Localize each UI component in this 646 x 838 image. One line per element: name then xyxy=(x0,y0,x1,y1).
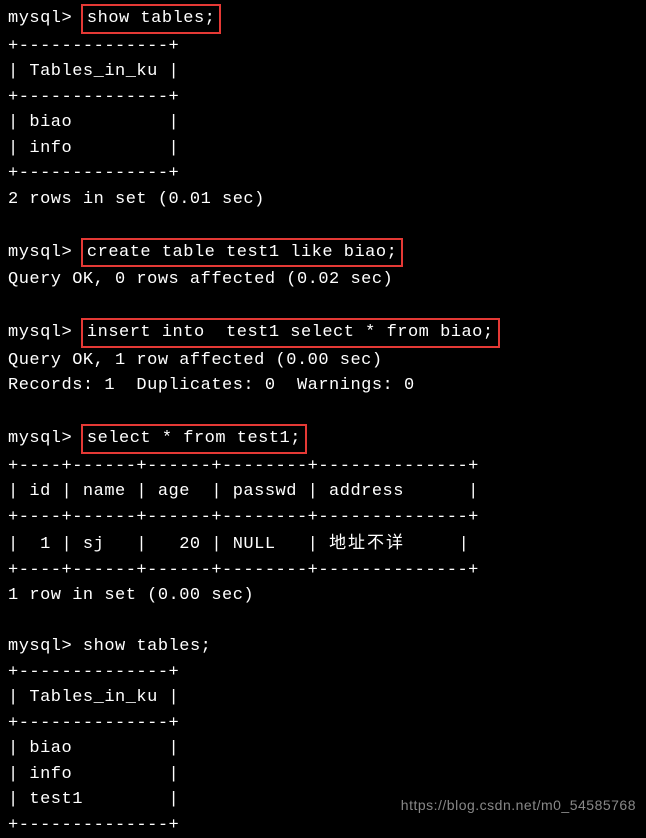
table-border: +--------------+ xyxy=(8,660,638,686)
table-border: +--------------+ xyxy=(8,85,638,111)
terminal-line[interactable]: mysql> show tables; xyxy=(8,634,638,660)
highlighted-command: select * from test1; xyxy=(81,424,307,454)
result-footer: 1 row in set (0.00 sec) xyxy=(8,583,638,609)
terminal-line[interactable]: mysql> select * from test1; xyxy=(8,424,638,454)
highlighted-command: show tables; xyxy=(81,4,221,34)
table-row: | info | xyxy=(8,762,638,788)
highlighted-command: insert into test1 select * from biao; xyxy=(81,318,500,348)
table-border: +--------------+ xyxy=(8,34,638,60)
table-header: | id | name | age | passwd | address | xyxy=(8,479,638,505)
blank-line xyxy=(8,293,638,319)
query-result: Query OK, 0 rows affected (0.02 sec) xyxy=(8,267,638,293)
blank-line xyxy=(8,609,638,635)
command-text: show tables; xyxy=(83,637,211,656)
blank-line xyxy=(8,212,638,238)
terminal-line[interactable]: mysql> create table test1 like biao; xyxy=(8,238,638,268)
terminal-line[interactable]: mysql> show tables; xyxy=(8,4,638,34)
table-row: | biao | xyxy=(8,110,638,136)
mysql-prompt: mysql> xyxy=(8,9,83,28)
highlighted-command: create table test1 like biao; xyxy=(81,238,403,268)
mysql-prompt: mysql> xyxy=(8,429,83,448)
query-result: Query OK, 1 row affected (0.00 sec) xyxy=(8,348,638,374)
table-border: +--------------+ xyxy=(8,711,638,737)
result-footer: 2 rows in set (0.01 sec) xyxy=(8,187,638,213)
table-row: | info | xyxy=(8,136,638,162)
table-border: +----+------+------+--------+-----------… xyxy=(8,558,638,584)
blank-line xyxy=(8,399,638,425)
table-header: | Tables_in_ku | xyxy=(8,685,638,711)
mysql-prompt: mysql> xyxy=(8,243,83,262)
mysql-prompt: mysql> xyxy=(8,637,83,656)
table-row: | 1 | sj | 20 | NULL | 地址不详 | xyxy=(8,530,638,558)
table-row: | biao | xyxy=(8,736,638,762)
table-border: +--------------+ xyxy=(8,813,638,838)
query-result: Records: 1 Duplicates: 0 Warnings: 0 xyxy=(8,373,638,399)
cjk-text: 地址不详 xyxy=(329,533,405,552)
terminal-line[interactable]: mysql> insert into test1 select * from b… xyxy=(8,318,638,348)
table-border: +----+------+------+--------+-----------… xyxy=(8,505,638,531)
table-border: +--------------+ xyxy=(8,161,638,187)
table-header: | Tables_in_ku | xyxy=(8,59,638,85)
table-border: +----+------+------+--------+-----------… xyxy=(8,454,638,480)
watermark-text: https://blog.csdn.net/m0_54585768 xyxy=(401,795,636,816)
mysql-prompt: mysql> xyxy=(8,323,83,342)
